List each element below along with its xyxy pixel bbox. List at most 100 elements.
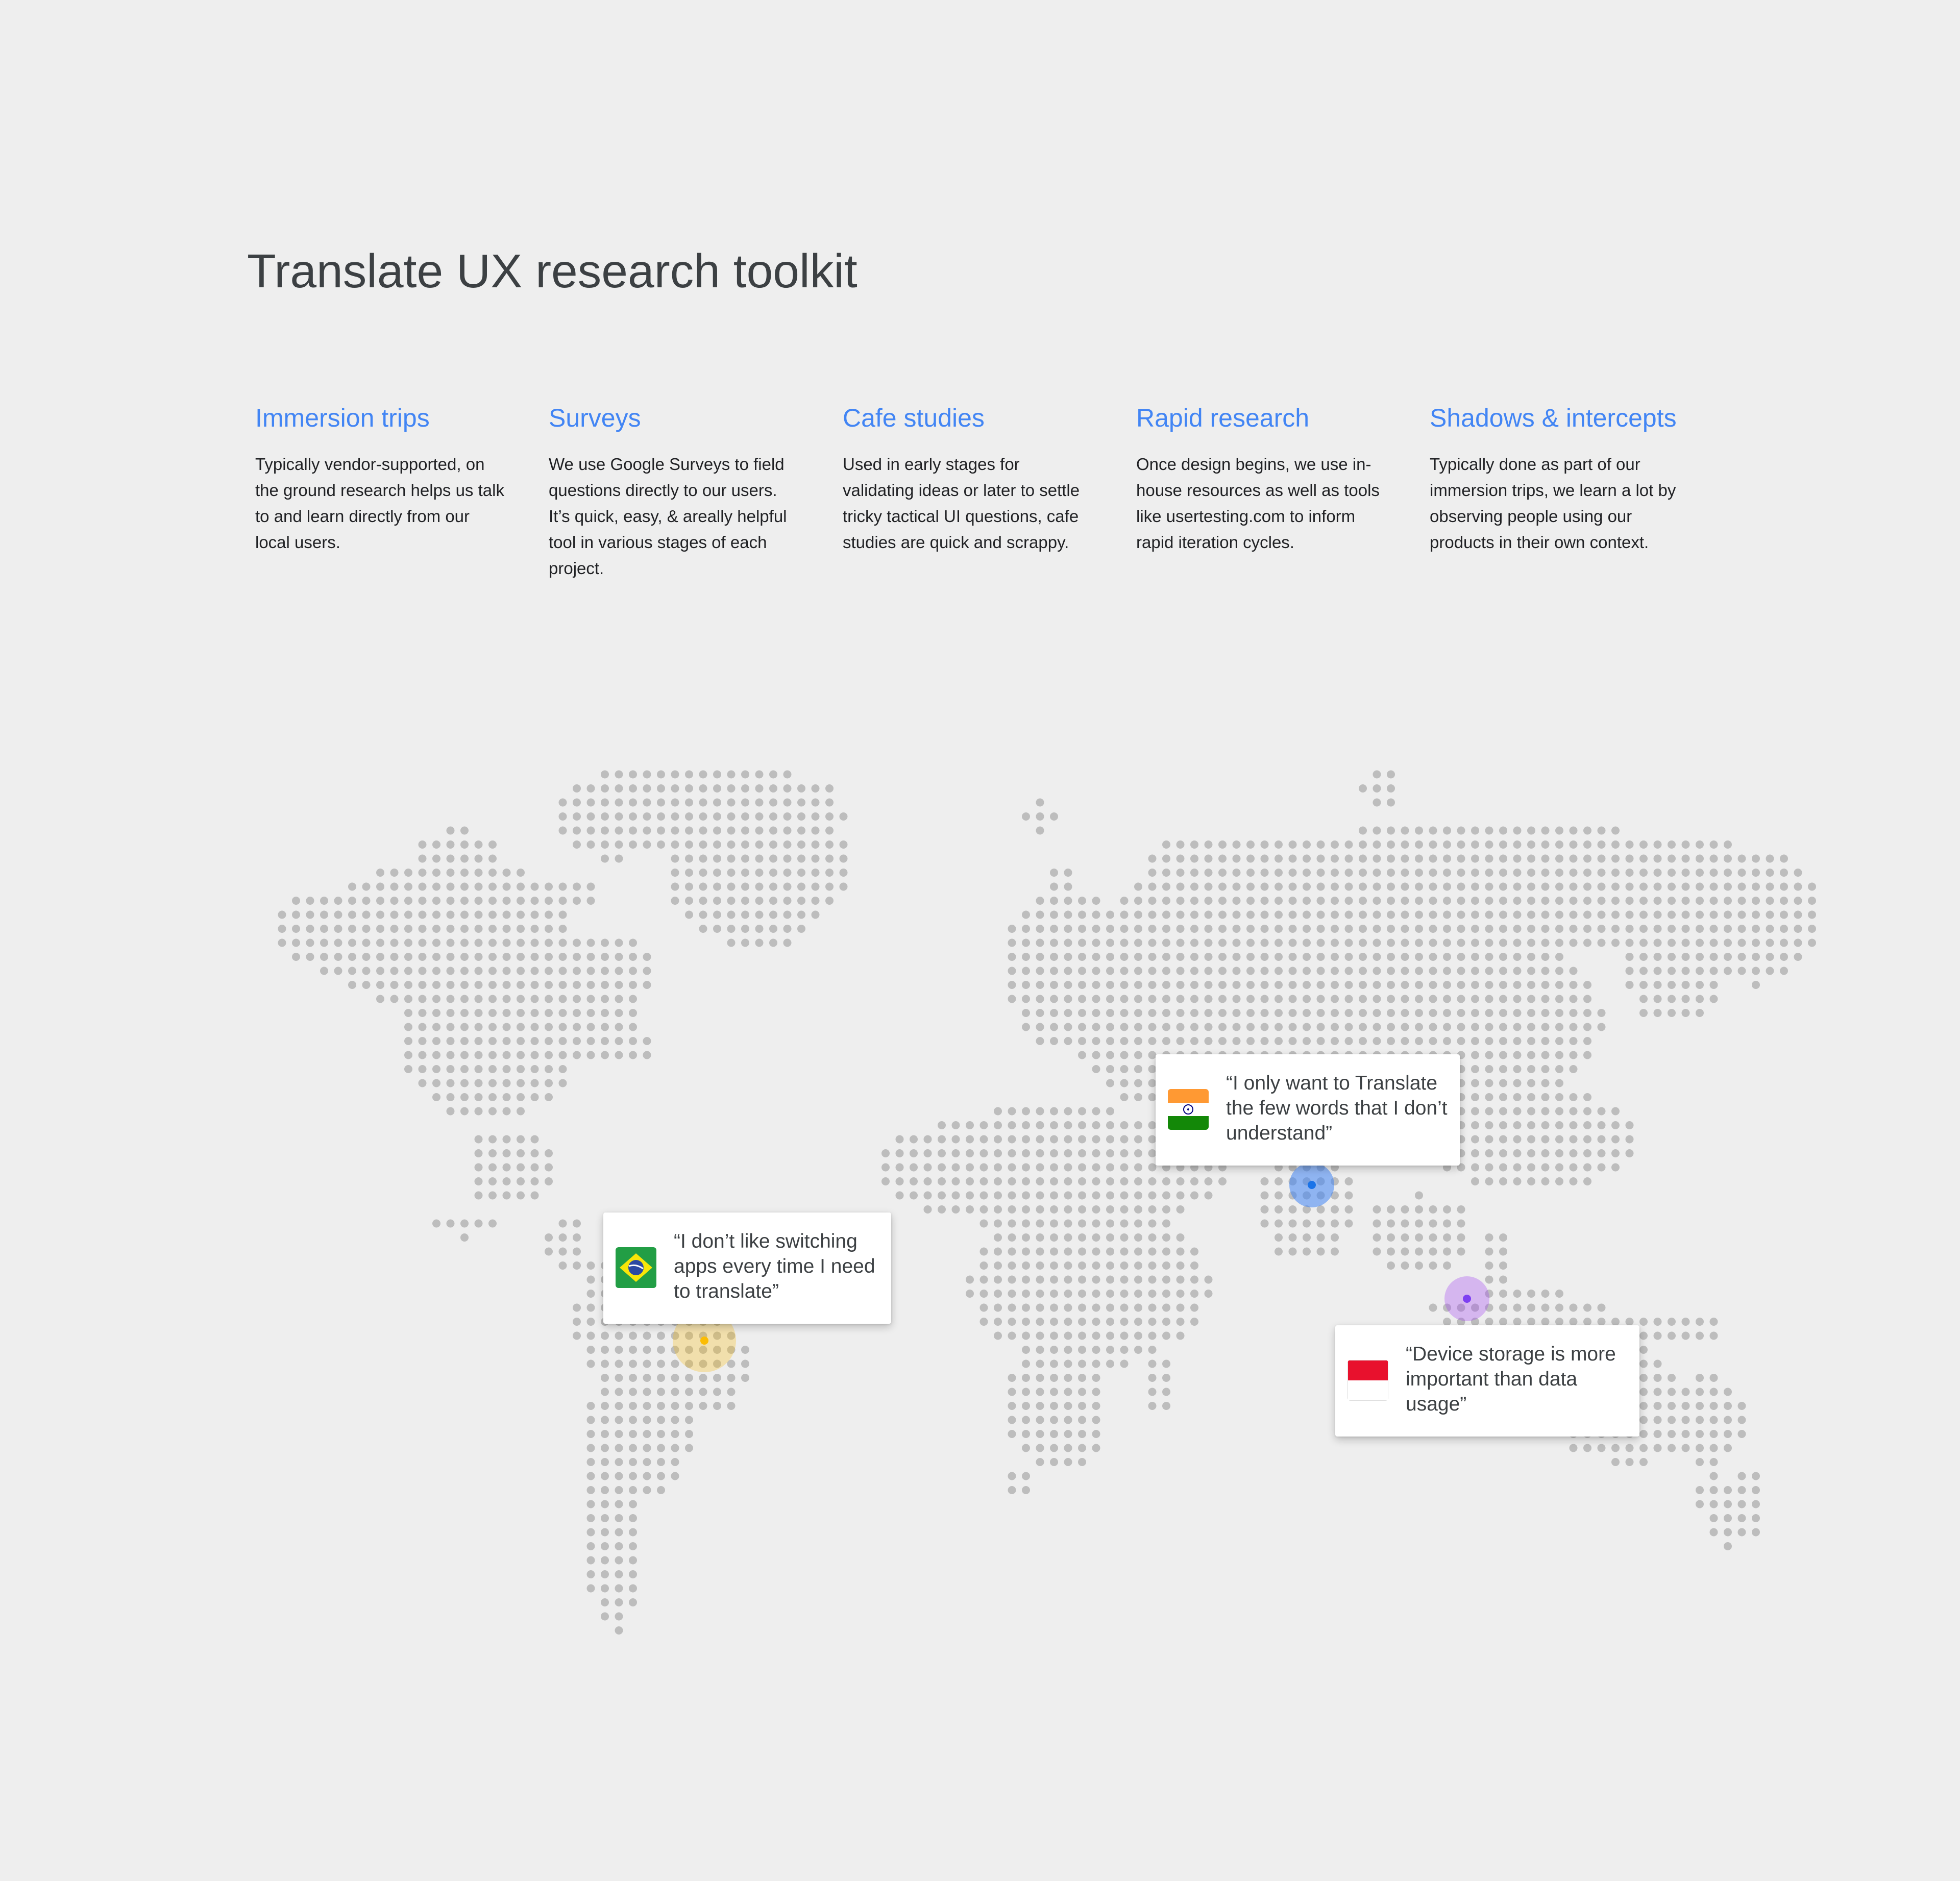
map-dot — [895, 1191, 904, 1200]
map-dot — [1611, 1107, 1620, 1116]
map-dot — [657, 784, 665, 793]
map-dot — [1443, 1318, 1451, 1326]
map-dot — [1429, 1247, 1437, 1256]
map-dot — [1373, 840, 1381, 849]
map-dot — [517, 1065, 525, 1073]
map-dot — [1485, 1233, 1493, 1242]
map-dot — [1008, 1247, 1016, 1256]
map-dot — [404, 897, 412, 905]
map-dot — [1176, 897, 1185, 905]
map-dot — [1064, 1359, 1072, 1368]
map-dot — [657, 826, 665, 835]
map-dot — [502, 1163, 511, 1172]
map-dot — [1709, 1486, 1718, 1494]
map-dot — [1092, 1233, 1100, 1242]
page-title: Translate UX research toolkit — [247, 244, 857, 298]
map-dot — [1653, 1416, 1662, 1424]
map-dot — [1078, 1444, 1086, 1452]
map-dot — [1653, 1374, 1662, 1382]
map-dot — [488, 1051, 497, 1059]
map-dot — [1527, 1009, 1535, 1017]
map-dot — [1415, 897, 1423, 905]
map-dot — [1457, 1037, 1465, 1045]
map-dot — [1513, 938, 1522, 947]
map-dot — [1106, 1290, 1114, 1298]
map-dot — [1064, 882, 1072, 891]
map-dot — [1387, 1009, 1395, 1017]
map-dot — [362, 938, 371, 947]
map-dot — [1120, 897, 1129, 905]
map-dot — [1415, 938, 1423, 947]
map-dot — [1288, 1037, 1297, 1045]
map-dot — [1092, 1359, 1100, 1368]
map-dot — [1415, 1205, 1423, 1214]
map-dot — [1653, 882, 1662, 891]
map-dot — [671, 812, 679, 821]
map-dot — [1485, 1275, 1493, 1284]
map-dot — [1036, 798, 1044, 807]
map-dot — [1204, 981, 1213, 989]
map-dot — [488, 910, 497, 919]
map-dot — [1639, 1458, 1648, 1466]
map-dot — [1485, 1009, 1493, 1017]
map-dot — [1120, 1093, 1129, 1101]
map-dot — [1120, 1135, 1129, 1144]
map-dot — [1050, 1135, 1058, 1144]
map-dot — [1344, 1177, 1353, 1185]
map-dot — [657, 1444, 665, 1452]
map-dot — [1050, 1290, 1058, 1298]
map-dot — [615, 1486, 623, 1494]
map-dot — [1204, 1191, 1213, 1200]
map-dot — [1036, 1219, 1044, 1228]
map-dot — [1036, 1458, 1044, 1466]
map-dot — [1036, 1009, 1044, 1017]
map-dot — [1653, 897, 1662, 905]
map-dot — [1429, 925, 1437, 933]
map-dot — [1766, 967, 1774, 975]
map-dot — [1316, 953, 1325, 961]
map-dot — [1527, 1177, 1535, 1185]
map-dot — [657, 1374, 665, 1382]
map-dot — [629, 1542, 637, 1550]
map-dot — [1260, 897, 1269, 905]
map-dot — [1625, 1149, 1634, 1157]
map-dot — [671, 882, 679, 891]
map-dot — [1120, 1051, 1129, 1059]
map-dot — [1597, 882, 1606, 891]
map-dot — [1120, 1037, 1129, 1045]
map-dot — [601, 1528, 609, 1537]
map-dot — [1092, 1023, 1100, 1031]
map-dot — [1050, 1261, 1058, 1270]
map-dot — [586, 784, 595, 793]
map-dot — [1555, 1177, 1563, 1185]
map-dot — [1597, 869, 1606, 877]
map-dot — [601, 1556, 609, 1565]
map-dot — [1008, 1261, 1016, 1270]
map-dot — [1737, 967, 1746, 975]
map-dot — [1288, 1247, 1297, 1256]
map-dot — [1359, 1037, 1367, 1045]
map-dot — [1387, 770, 1395, 779]
map-dot — [1190, 854, 1198, 863]
map-dot — [1134, 1247, 1142, 1256]
map-dot — [502, 1023, 511, 1031]
map-dot — [1569, 1303, 1578, 1312]
map-dot — [1583, 1009, 1591, 1017]
map-dot — [488, 995, 497, 1003]
map-dot — [1134, 1275, 1142, 1284]
map-dot — [1583, 1121, 1591, 1129]
map-dot — [1331, 995, 1339, 1003]
map-dot — [1022, 1290, 1030, 1298]
map-dot — [1316, 1037, 1325, 1045]
map-dot — [545, 1037, 553, 1045]
map-dot — [530, 1023, 539, 1031]
map-dot — [1668, 1374, 1676, 1382]
map-dot — [1443, 869, 1451, 877]
map-dot — [1653, 869, 1662, 877]
map-dot — [966, 1275, 974, 1284]
map-dot — [1639, 897, 1648, 905]
map-dot — [1022, 1149, 1030, 1157]
map-dot — [1696, 1444, 1704, 1452]
map-dot — [727, 938, 736, 947]
map-dot — [1653, 995, 1662, 1003]
